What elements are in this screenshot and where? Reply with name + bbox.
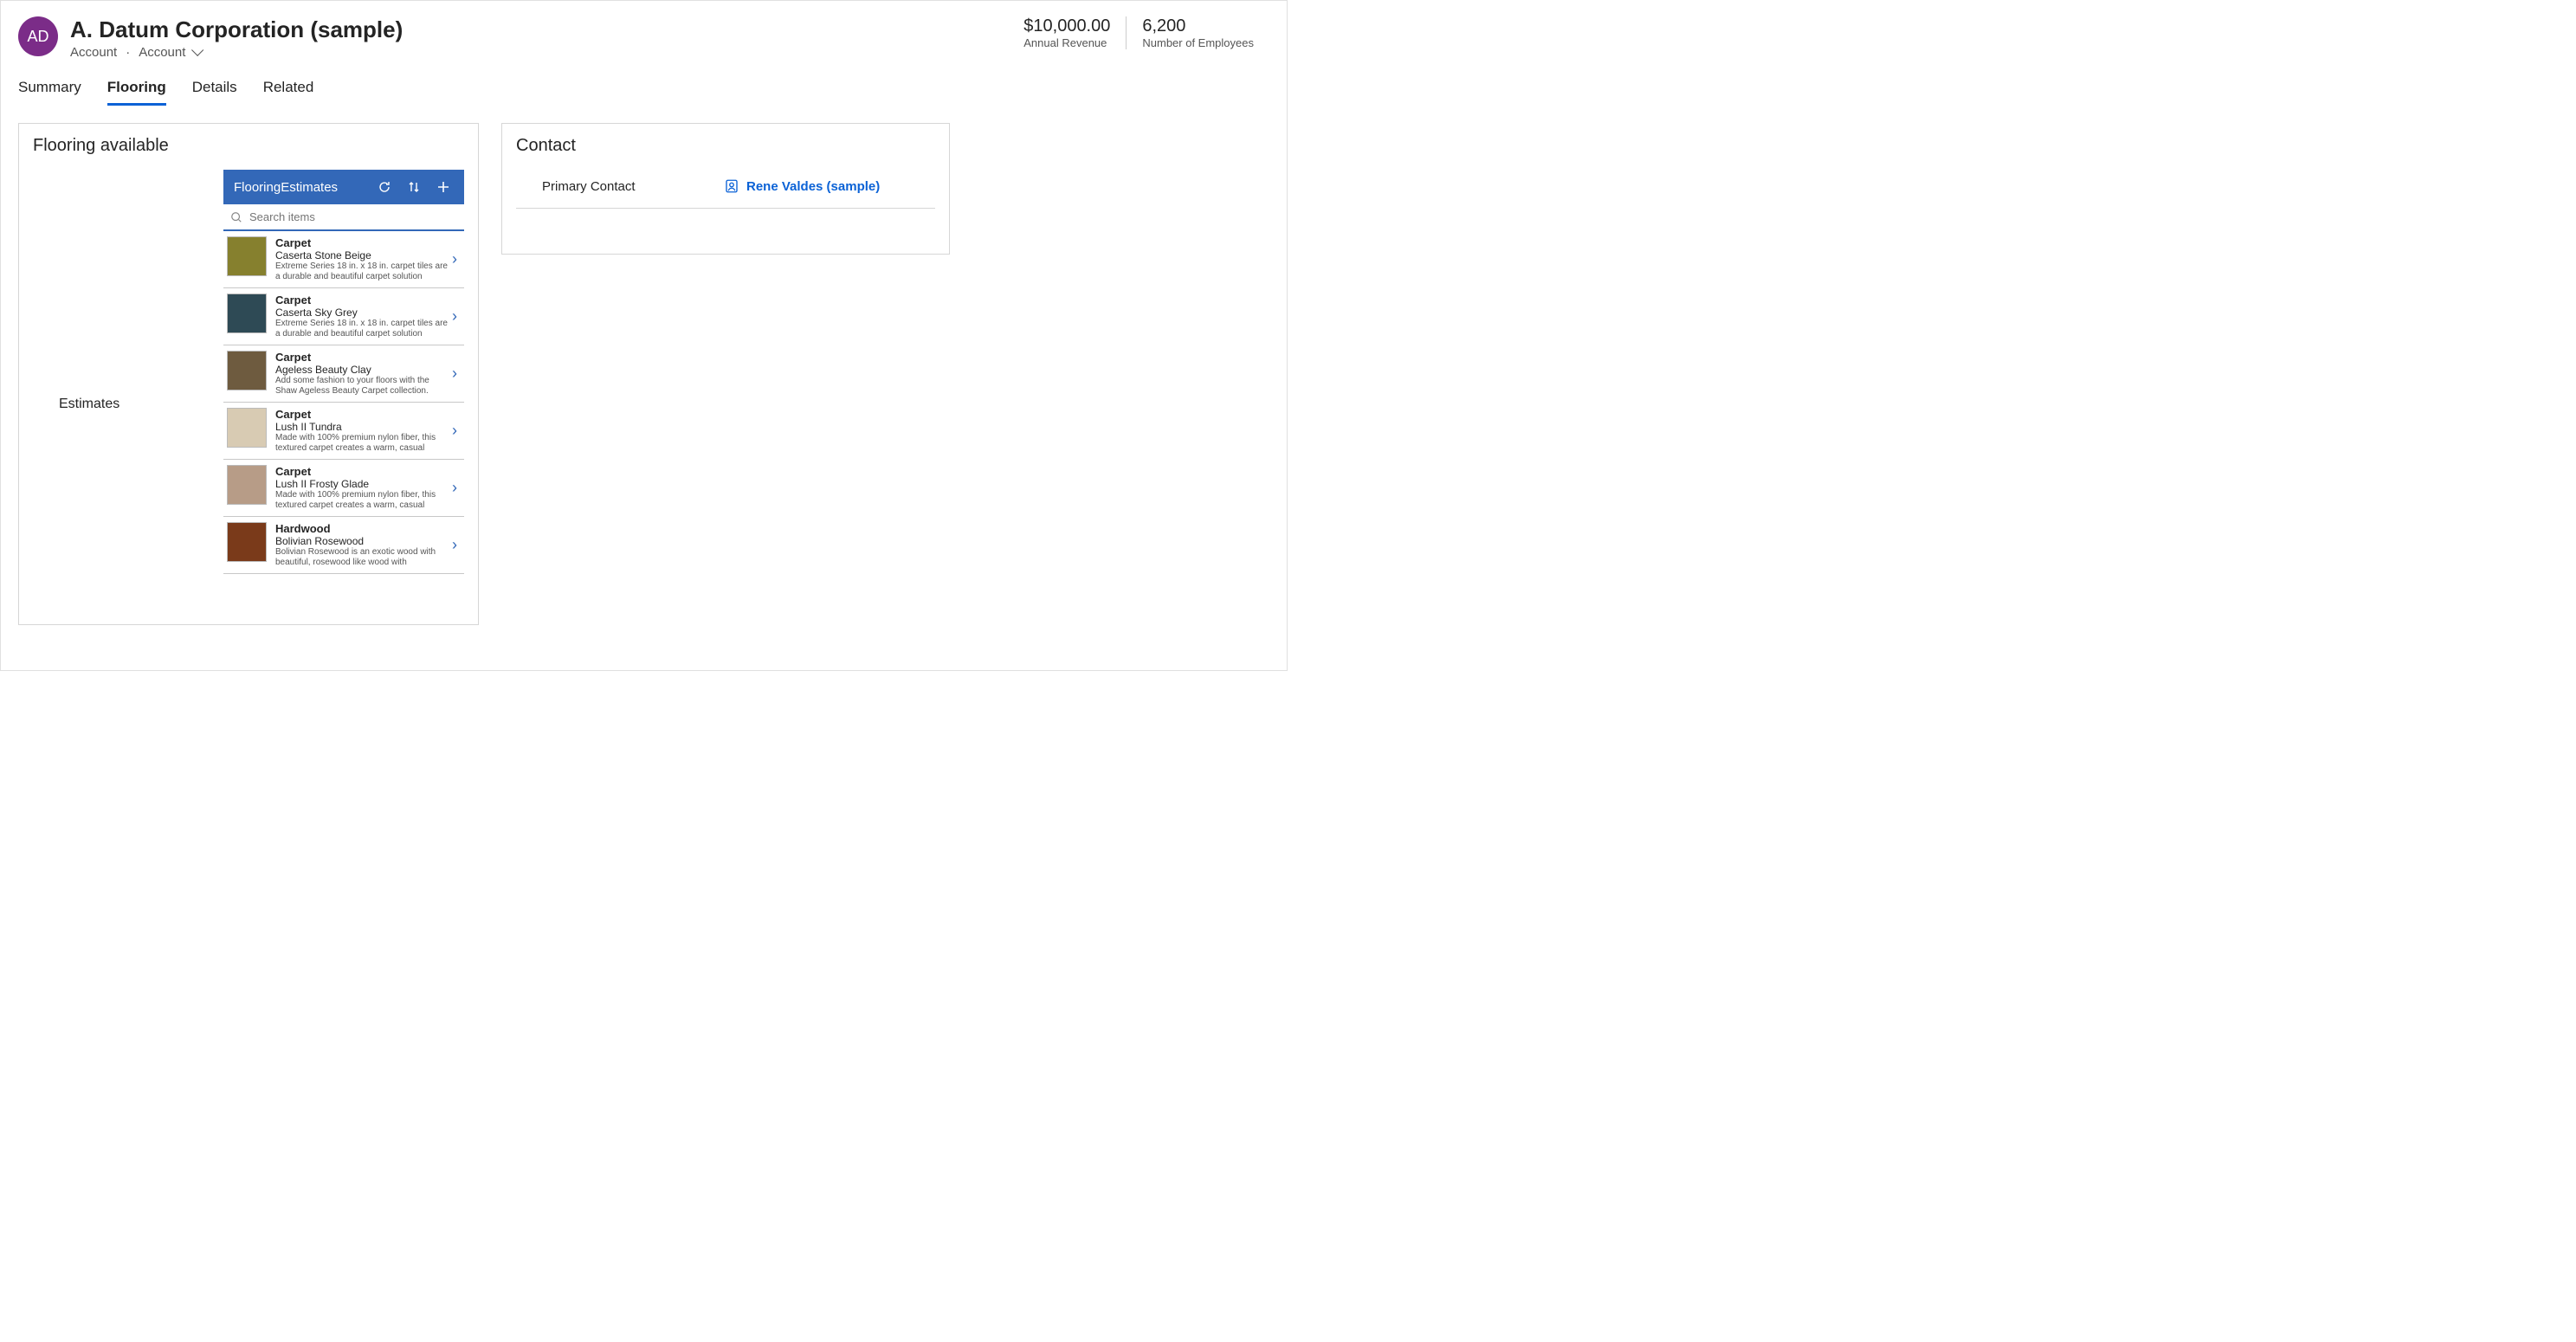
list-item[interactable]: CarpetLush II Frosty GladeMade with 100%… [223,460,464,517]
item-name: Lush II Tundra [275,421,449,433]
annual-revenue-value: $10,000.00 [1023,16,1110,36]
chevron-right-icon: › [449,536,461,554]
list-item[interactable]: CarpetLush II TundraMade with 100% premi… [223,403,464,460]
swatch [227,522,267,562]
swatch [227,465,267,505]
swatch [227,236,267,276]
refresh-icon[interactable] [374,177,395,197]
employees-label: Number of Employees [1142,36,1254,49]
item-category: Carpet [275,236,449,249]
add-icon[interactable] [433,177,454,197]
tab-summary[interactable]: Summary [18,79,81,106]
contact-icon [724,178,739,194]
item-name: Bolivian Rosewood [275,535,449,547]
primary-contact-label: Primary Contact [542,179,724,194]
annual-revenue-label: Annual Revenue [1023,36,1110,49]
item-category: Carpet [275,408,449,421]
list-item[interactable]: HardwoodBolivian RosewoodBolivian Rosewo… [223,517,464,574]
list-item[interactable]: CarpetCaserta Stone BeigeExtreme Series … [223,231,464,288]
chevron-right-icon: › [449,307,461,326]
swatch [227,351,267,390]
chevron-right-icon: › [449,422,461,440]
item-category: Hardwood [275,522,449,535]
chevron-right-icon: › [449,365,461,383]
estimates-label: Estimates [33,170,215,574]
item-category: Carpet [275,294,449,306]
item-name: Lush II Frosty Glade [275,478,449,490]
form-selector[interactable]: Account [139,45,199,60]
chevron-right-icon: › [449,250,461,268]
tab-related[interactable]: Related [263,79,314,106]
swatch [227,294,267,333]
item-category: Carpet [275,465,449,478]
search-input[interactable] [248,210,457,224]
primary-contact-link[interactable]: Rene Valdes (sample) [724,178,880,194]
swatch [227,408,267,448]
list-item[interactable]: CarpetCaserta Sky GreyExtreme Series 18 … [223,288,464,345]
flooring-section-title: Flooring available [33,136,464,156]
sort-icon[interactable] [404,177,424,197]
flooring-section: Flooring available Estimates FlooringEst… [18,123,479,625]
search-icon [230,211,242,223]
gallery-title: FlooringEstimates [234,180,365,195]
list-item[interactable]: CarpetAgeless Beauty ClayAdd some fashio… [223,345,464,403]
contact-section-title: Contact [516,136,935,156]
chevron-down-icon [191,44,203,56]
item-description: Made with 100% premium nylon fiber, this… [275,433,449,454]
item-name: Caserta Stone Beige [275,249,449,261]
entity-type: Account [70,45,117,60]
item-description: Extreme Series 18 in. x 18 in. carpet ti… [275,261,449,282]
item-category: Carpet [275,351,449,364]
tab-flooring[interactable]: Flooring [107,79,166,106]
item-description: Made with 100% premium nylon fiber, this… [275,490,449,511]
tab-details[interactable]: Details [192,79,237,106]
item-description: Bolivian Rosewood is an exotic wood with… [275,547,449,568]
chevron-right-icon: › [449,479,461,497]
item-name: Caserta Sky Grey [275,306,449,319]
item-name: Ageless Beauty Clay [275,364,449,376]
employees-value: 6,200 [1142,16,1254,36]
contact-section: Contact Primary Contact Rene Valdes (sam… [501,123,950,255]
item-description: Extreme Series 18 in. x 18 in. carpet ti… [275,319,449,339]
page-title: A. Datum Corporation (sample) [70,16,1008,43]
item-description: Add some fashion to your floors with the… [275,376,449,397]
avatar: AD [18,16,58,56]
